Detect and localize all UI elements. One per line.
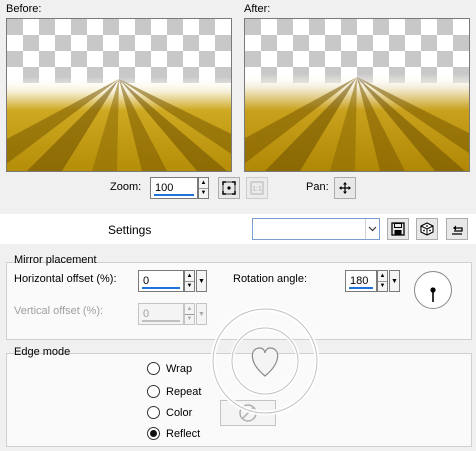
spin-down-icon[interactable]: ▼: [199, 189, 208, 199]
edge-option-repeat[interactable]: Repeat: [147, 385, 201, 398]
chevron-down-icon[interactable]: [365, 219, 379, 239]
edge-option-reflect[interactable]: Reflect: [147, 427, 200, 440]
edge-option-label: Repeat: [166, 385, 202, 398]
radio-button[interactable]: [147, 427, 160, 440]
spin-up-icon[interactable]: ▲: [199, 178, 208, 189]
radio-button[interactable]: [147, 406, 160, 419]
rotation-dropdown[interactable]: ▼: [389, 270, 400, 292]
radio-button[interactable]: [147, 385, 160, 398]
zoom-input[interactable]: 100: [150, 177, 198, 199]
before-label: Before:: [6, 3, 42, 15]
settings-label: Settings: [108, 223, 152, 237]
v-offset-input[interactable]: 0: [138, 303, 184, 325]
spin-down-icon[interactable]: ▼: [185, 315, 194, 325]
before-image: [7, 19, 231, 171]
zoom-fit-button[interactable]: 1:1: [246, 177, 268, 199]
edge-option-wrap[interactable]: Wrap: [147, 362, 192, 375]
mirror-group-title: Mirror placement: [14, 254, 97, 266]
spin-up-icon[interactable]: ▲: [378, 271, 387, 282]
after-preview[interactable]: [244, 18, 470, 172]
reset-icon: [452, 225, 463, 235]
reset-button[interactable]: [446, 218, 468, 240]
after-image: [245, 19, 469, 171]
rotation-input[interactable]: 180: [345, 270, 377, 292]
watermark-logo: [210, 306, 320, 416]
zoom-fit-icon: 1:1: [250, 181, 264, 195]
randomize-button[interactable]: [416, 218, 438, 240]
caret-down-icon: ▼: [198, 277, 205, 285]
save-icon: [391, 222, 405, 236]
settings-dropdown[interactable]: [252, 218, 380, 240]
dial-needle-icon: [430, 287, 436, 302]
rotation-dial[interactable]: [414, 271, 452, 309]
rotation-value: 180: [350, 275, 369, 287]
v-offset-label: Vertical offset (%):: [14, 305, 104, 317]
caret-down-icon: ▼: [391, 277, 398, 285]
edge-option-label: Wrap: [166, 362, 193, 375]
save-preset-button[interactable]: [387, 218, 409, 240]
edge-option-label: Color: [166, 406, 193, 419]
v-offset-spinner[interactable]: ▲ ▼: [184, 303, 195, 325]
rotation-label: Rotation angle:: [233, 273, 307, 285]
move-icon: [339, 182, 351, 194]
dice-icon: [420, 222, 434, 236]
spin-up-icon[interactable]: ▲: [185, 304, 194, 315]
h-offset-spinner[interactable]: ▲ ▼: [184, 270, 195, 292]
after-label: After:: [244, 3, 271, 15]
pan-label: Pan:: [306, 181, 329, 193]
h-offset-dropdown[interactable]: ▼: [196, 270, 207, 292]
h-offset-value: 0: [143, 275, 150, 287]
edge-option-label: Reflect: [166, 427, 201, 440]
svg-text:1:1: 1:1: [252, 186, 262, 193]
spin-down-icon[interactable]: ▼: [185, 282, 194, 292]
zoom-actual-button[interactable]: [218, 177, 240, 199]
spin-up-icon[interactable]: ▲: [185, 271, 194, 282]
h-offset-input[interactable]: 0: [138, 270, 184, 292]
edge-option-color[interactable]: Color: [147, 406, 192, 419]
h-offset-label: Horizontal offset (%):: [14, 273, 117, 285]
edge-group-title: Edge mode: [14, 346, 71, 358]
v-offset-value: 0: [143, 308, 150, 320]
before-preview[interactable]: [6, 18, 232, 172]
radio-button[interactable]: [147, 362, 160, 375]
zoom-spinner[interactable]: ▲ ▼: [198, 177, 209, 199]
pan-button[interactable]: [334, 177, 356, 199]
zoom-actual-icon: [222, 181, 236, 195]
spin-down-icon[interactable]: ▼: [378, 282, 387, 292]
rotation-spinner[interactable]: ▲ ▼: [377, 270, 388, 292]
zoom-label: Zoom:: [110, 181, 142, 193]
zoom-value: 100: [155, 182, 174, 194]
